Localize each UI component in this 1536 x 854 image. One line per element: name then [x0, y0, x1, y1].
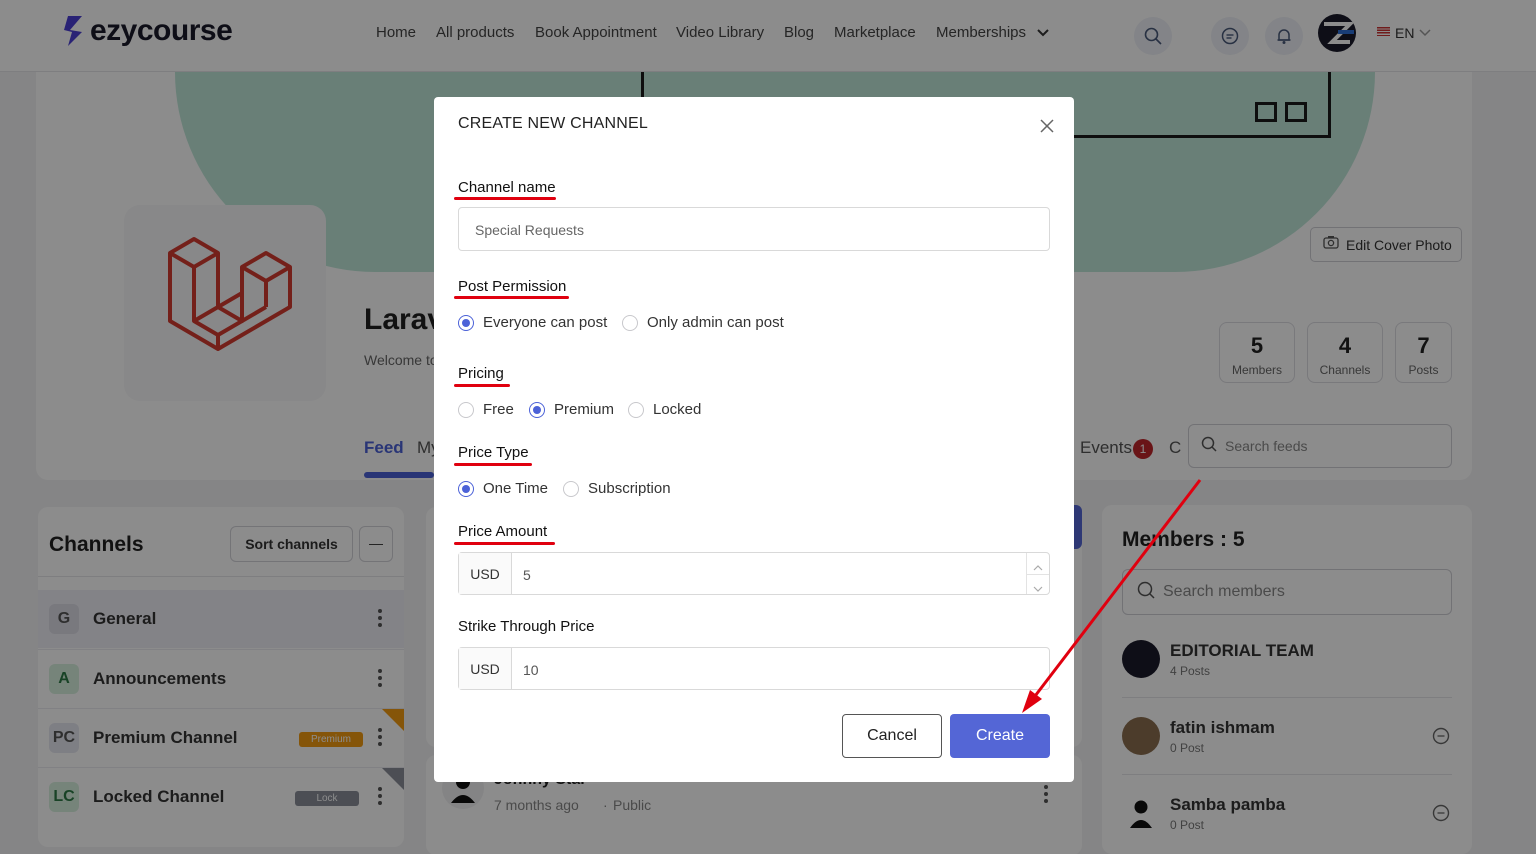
annotation-arrow-icon — [1022, 479, 1202, 713]
